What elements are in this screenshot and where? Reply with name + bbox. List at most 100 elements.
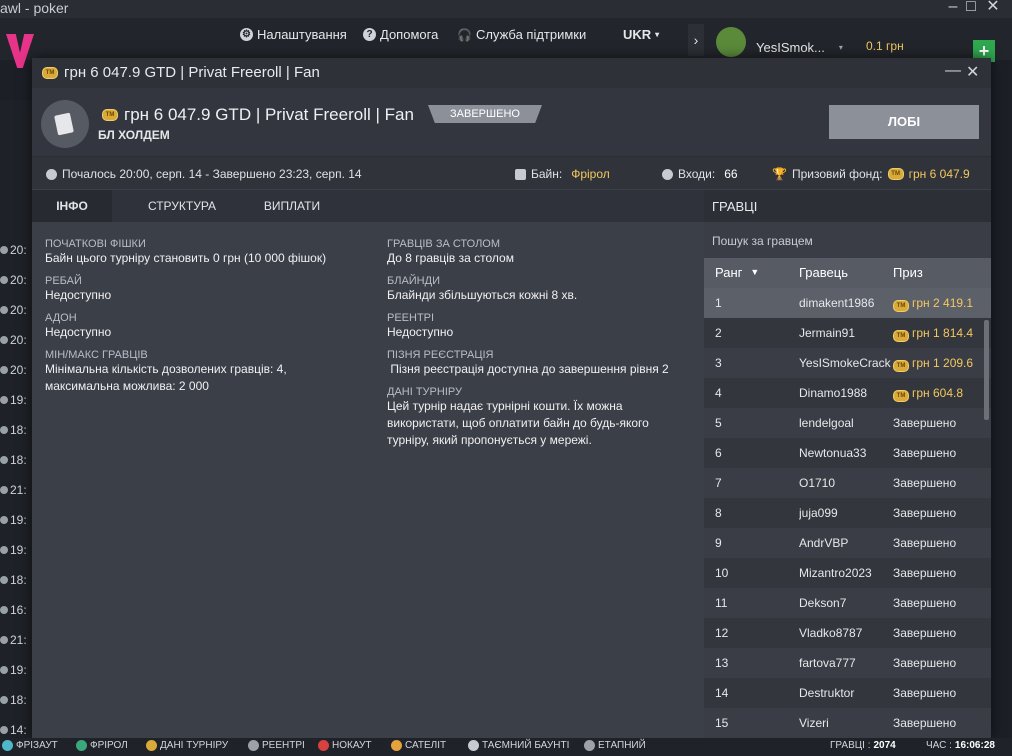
table-row[interactable]: 1 dimakent1986 TM грн 2 419.1: [704, 288, 991, 318]
late-registration-label: ПІЗНЯ РЕЄСТРАЦІЯ: [387, 349, 494, 361]
snowflake-icon: [2, 740, 13, 751]
table-row[interactable]: 2 Jermain91 TM грн 1 814.4: [704, 318, 991, 348]
lobby-button[interactable]: ЛОБІ: [829, 105, 979, 139]
prize-column-header[interactable]: Приз: [893, 265, 923, 280]
tournament-list-item[interactable]: 20:: [0, 355, 32, 385]
table-row[interactable]: 13 fartova777 Завершено: [704, 648, 991, 678]
player-name: Jermain91: [799, 326, 856, 340]
username: YesISmok...: [756, 40, 825, 55]
play-icon: [0, 456, 8, 464]
players-table-header: Ранг ▼ Гравець Приз: [704, 258, 991, 288]
tournament-list-item[interactable]: 19:: [0, 535, 32, 565]
tournament-list-item[interactable]: 18:: [0, 685, 32, 715]
players-scrollbar[interactable]: [984, 320, 989, 420]
players-per-table-label: ГРАВЦІВ ЗА СТОЛОМ: [387, 238, 501, 250]
tournament-title: TM грн 6 047.9 GTD | Privat Freeroll | F…: [102, 105, 414, 125]
minimize-icon[interactable]: –: [944, 0, 962, 16]
player-rank: 9: [715, 536, 722, 550]
player-rank: 12: [715, 626, 729, 640]
help-link[interactable]: ? Допомога: [363, 27, 438, 42]
min-max-players-value: Мінімальна кількість дозволених гравців:…: [45, 362, 287, 393]
starting-chips-label: ПОЧАТКОВІ ФІШКИ: [45, 238, 146, 250]
settings-link[interactable]: ⚙ Налаштування: [240, 27, 347, 42]
table-row[interactable]: 14 Destruktor Завершено: [704, 678, 991, 708]
close-icon[interactable]: ✕: [984, 0, 1002, 16]
table-row[interactable]: 8 juja099 Завершено: [704, 498, 991, 528]
player-prize-value: грн 604.8: [912, 386, 964, 400]
tournament-list-item[interactable]: 20:: [0, 325, 32, 355]
clock: ЧАС :16:06:28: [926, 740, 995, 751]
player-name: Dinamo1988: [799, 386, 868, 400]
tournament-list-item[interactable]: 20:: [0, 295, 32, 325]
table-row[interactable]: 5 lendelgoal Завершено: [704, 408, 991, 438]
play-icon: [0, 726, 8, 734]
tournament-list-item[interactable]: 16:: [0, 595, 32, 625]
table-row[interactable]: 4 Dinamo1988 TM грн 604.8: [704, 378, 991, 408]
player-prize: Завершено: [893, 618, 956, 648]
tournament-list-item[interactable]: 20:: [0, 235, 32, 265]
avatar[interactable]: [716, 27, 746, 57]
players-per-table-value: До 8 гравців за столом: [387, 251, 514, 265]
tournament-time: 20:: [10, 273, 27, 287]
close-icon[interactable]: ✕: [966, 62, 979, 82]
tournament-time: 19:: [10, 393, 27, 407]
tournament-time: 19:: [10, 663, 27, 677]
tab-info[interactable]: ІНФО: [32, 190, 112, 222]
player-rank: 7: [715, 476, 722, 490]
tab-bar: ІНФО СТРУКТУРА ВИПЛАТИ: [32, 190, 704, 222]
legend-stage: ЕТАПНИЙ: [584, 740, 646, 751]
player-search-input[interactable]: [710, 226, 984, 256]
reentry-icon: [248, 740, 259, 751]
tab-payouts[interactable]: ВИПЛАТИ: [232, 190, 352, 222]
tournament-list-item[interactable]: 18:: [0, 445, 32, 475]
tab-structure[interactable]: СТРУКТУРА: [122, 190, 242, 222]
player-name: Vizeri: [799, 716, 829, 730]
prize-pool-info: 🏆 Призовий фонд: TM грн 6 047.9: [772, 167, 970, 181]
rank-column-header[interactable]: Ранг ▼: [715, 265, 759, 280]
player-name: O1710: [799, 476, 836, 490]
tournament-time: 19:: [10, 543, 27, 557]
player-prize: Завершено: [893, 438, 956, 468]
maximize-icon[interactable]: □: [962, 0, 980, 16]
support-link[interactable]: 🎧 Служба підтримки: [457, 27, 586, 42]
language-select[interactable]: UKR ▾: [623, 27, 659, 42]
tournament-list-item[interactable]: 19:: [0, 505, 32, 535]
player-rank: 8: [715, 506, 722, 520]
buyin-info: Байн: Фрірол: [515, 167, 610, 181]
tournament-time: 18:: [10, 423, 27, 437]
tournament-list-item[interactable]: 19:: [0, 385, 32, 415]
tournament-data-label: ДАНІ ТУРНІРУ: [387, 386, 462, 398]
tournament-list-item[interactable]: 21:: [0, 475, 32, 505]
player-prize-value: грн 2 419.1: [912, 296, 974, 310]
legend-label: ЕТАПНИЙ: [598, 740, 646, 751]
table-row[interactable]: 11 Dekson7 Завершено: [704, 588, 991, 618]
tournament-list-item[interactable]: 20:: [0, 265, 32, 295]
tournament-list-item[interactable]: 19:: [0, 655, 32, 685]
table-row[interactable]: 3 YesISmokeCrack TM грн 1 209.6: [704, 348, 991, 378]
minimize-icon[interactable]: —: [945, 62, 961, 80]
table-row[interactable]: 10 Mizantro2023 Завершено: [704, 558, 991, 588]
table-row[interactable]: 12 Vladko8787 Завершено: [704, 618, 991, 648]
chevron-right-icon[interactable]: ›: [688, 24, 704, 56]
window-titlebar: TM грн 6 047.9 GTD | Privat Freeroll | F…: [32, 58, 991, 88]
tournament-list-item[interactable]: 18:: [0, 565, 32, 595]
player-column-header[interactable]: Гравець: [799, 265, 848, 280]
table-row[interactable]: 6 Newtonua33 Завершено: [704, 438, 991, 468]
user-menu[interactable]: YesISmok... ▾: [756, 40, 843, 55]
player-name: Newtonua33: [799, 446, 867, 460]
players-table-body: 1 dimakent1986 TM грн 2 419.1 2 Jermain91 TM гр…: [704, 288, 991, 738]
table-row[interactable]: 9 AndrVBP Завершено: [704, 528, 991, 558]
player-rank: 2: [715, 326, 722, 340]
entries-value: 66: [724, 167, 738, 181]
tournament-list-item[interactable]: 21:: [0, 625, 32, 655]
player-prize: Завершено: [893, 528, 956, 558]
play-icon: [0, 546, 8, 554]
cards-icon: [41, 100, 89, 148]
table-row[interactable]: 7 O1710 Завершено: [704, 468, 991, 498]
player-prize: Завершено: [893, 558, 956, 588]
play-icon: [0, 366, 8, 374]
legend-reentry: РЕЕНТРІ: [248, 740, 305, 751]
time-text: Почалось 20:00, серп. 14 - Завершено 23:…: [62, 167, 362, 181]
table-row[interactable]: 15 Vizeri Завершено: [704, 708, 991, 738]
tournament-list-item[interactable]: 18:: [0, 415, 32, 445]
